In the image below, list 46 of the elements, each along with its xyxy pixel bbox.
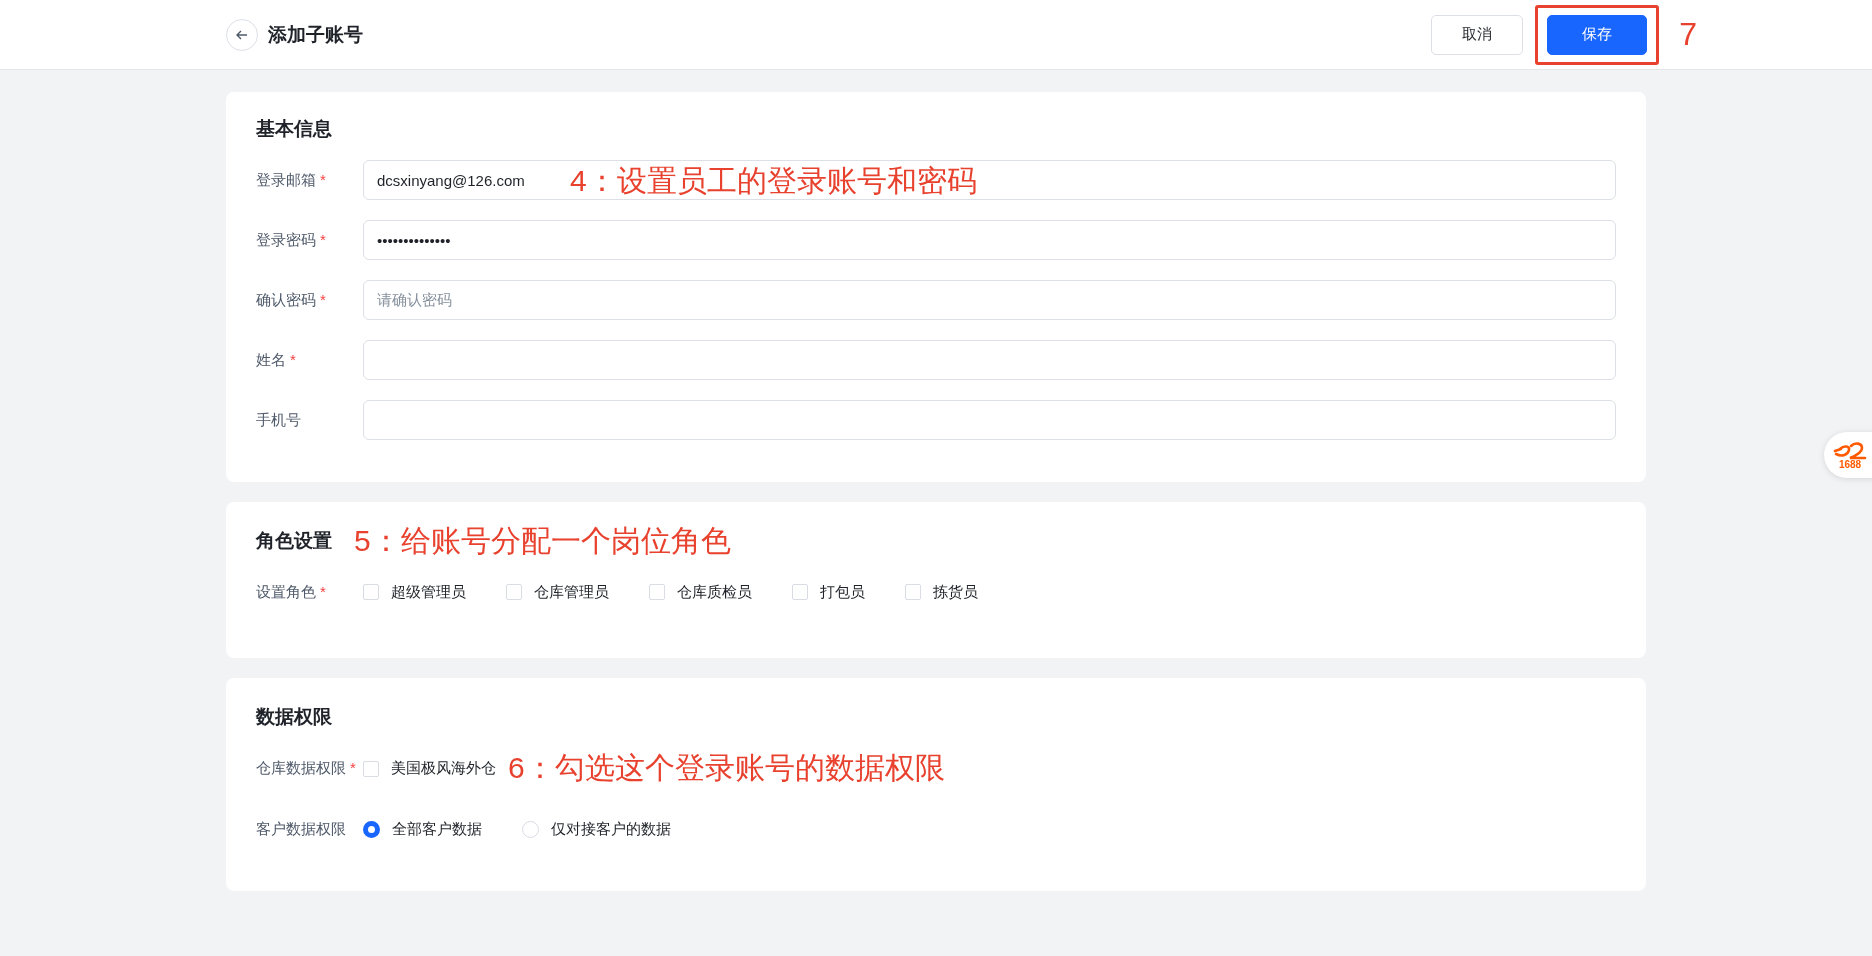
input-field[interactable]: •••••••••••••• (363, 220, 1616, 260)
radio-option[interactable]: 仅对接客户的数据 (522, 819, 671, 839)
checkbox[interactable] (506, 584, 522, 600)
section-title: 基本信息 (256, 117, 332, 141)
annotation-text: 4：设置员工的登录账号和密码 (570, 163, 977, 199)
save-button[interactable]: 保存 (1547, 14, 1648, 55)
annotation-text: 6：勾选这个登录账号的数据权限 (508, 750, 945, 786)
required-mark: * (350, 759, 356, 776)
field-label: 登录密码 (256, 230, 316, 248)
radio-button[interactable] (363, 820, 380, 838)
checkbox-option[interactable]: 拣货员 (905, 582, 978, 602)
required-mark: * (320, 170, 326, 188)
checkbox[interactable] (363, 584, 379, 600)
required-mark: * (290, 350, 296, 368)
checkbox[interactable] (649, 584, 665, 600)
input-field[interactable] (363, 340, 1616, 380)
field-label: 确认密码 (256, 290, 316, 308)
checkbox-option[interactable]: 美国极风海外仓 (363, 759, 496, 778)
required-mark: * (320, 230, 326, 248)
field-label: 手机号 (256, 410, 301, 428)
input-field[interactable]: dcsxinyang@126.com 4：设置员工的登录账号和密码 (363, 160, 1616, 200)
checkbox-option[interactable]: 超级管理员 (363, 582, 466, 602)
logo-icon (1833, 440, 1867, 460)
checkbox-option[interactable]: 打包员 (792, 582, 865, 602)
checkbox[interactable] (905, 584, 921, 600)
field-label: 设置角色 (256, 582, 316, 600)
required-mark: * (320, 290, 326, 308)
section-title: 角色设置 (256, 529, 332, 553)
cancel-button[interactable]: 取消 (1431, 14, 1524, 55)
field-label: 姓名 (256, 350, 286, 368)
annotation-text: 5：给账号分配一个岗位角色 (354, 522, 731, 559)
checkbox[interactable] (792, 584, 808, 600)
badge-text: 1688 (1838, 460, 1862, 470)
field-label: 客户数据权限 (256, 819, 346, 837)
step-number: 7 (1679, 16, 1697, 53)
section-title: 数据权限 (256, 705, 332, 729)
checkbox[interactable] (363, 760, 379, 777)
checkbox-option[interactable]: 仓库管理员 (506, 582, 609, 602)
field-label: 仓库数据权限 (256, 759, 346, 776)
field-label: 登录邮箱 (256, 170, 316, 188)
radio-option[interactable]: 全部客户数据 (363, 819, 482, 839)
back-button[interactable] (226, 18, 258, 51)
required-mark: * (320, 582, 326, 600)
input-field[interactable] (363, 400, 1616, 440)
checkbox-option[interactable]: 仓库质检员 (649, 582, 752, 602)
page-title: 添加子账号 (268, 22, 363, 47)
